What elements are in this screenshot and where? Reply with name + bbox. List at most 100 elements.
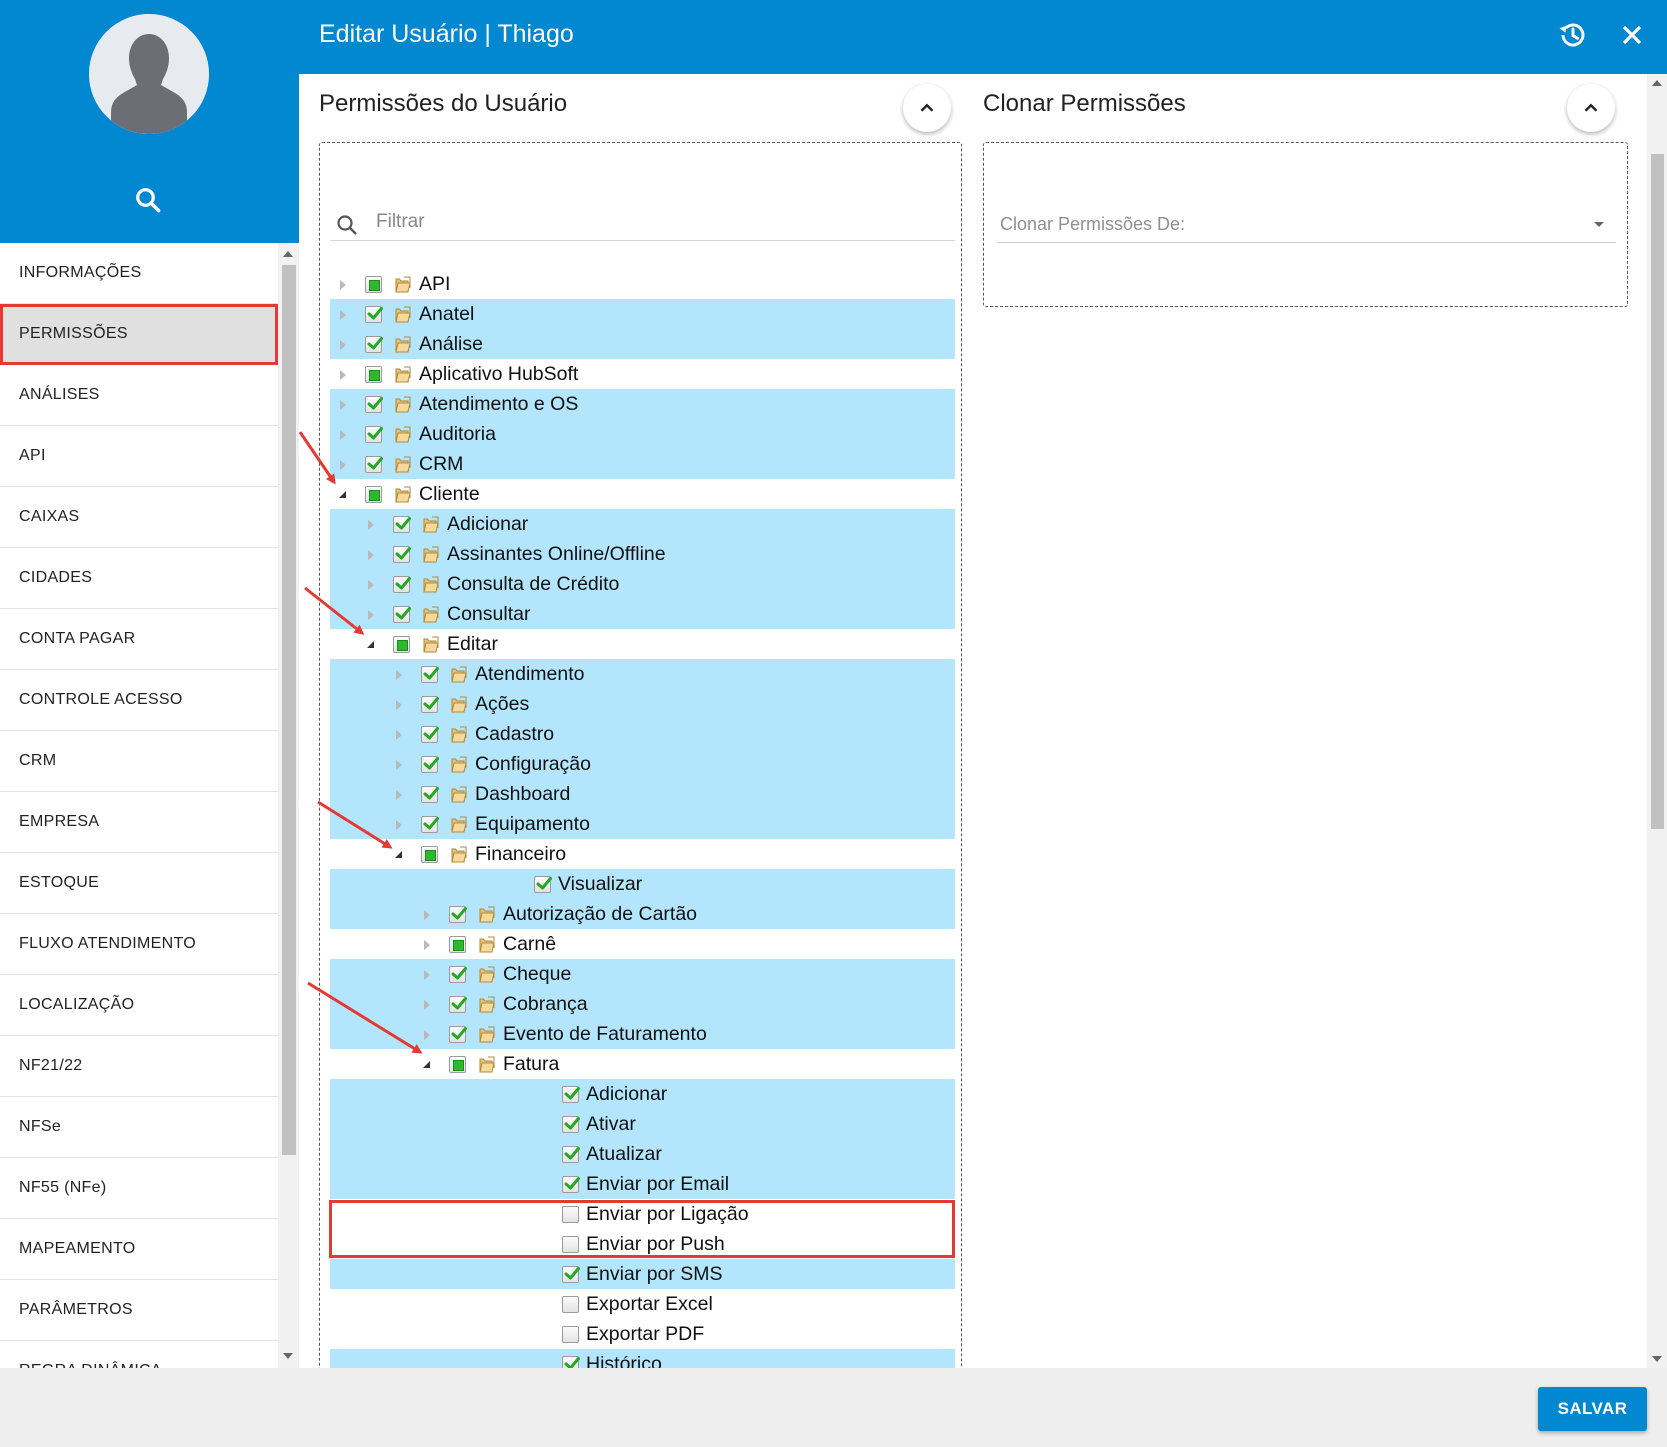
permission-checkbox[interactable]: [393, 576, 411, 593]
sidebar-item-caixas[interactable]: CAIXAS: [0, 487, 278, 548]
collapse-arrow-icon[interactable]: [339, 491, 346, 498]
collapse-arrow-icon[interactable]: [423, 1061, 430, 1068]
permission-checkbox[interactable]: [421, 786, 439, 803]
permission-checkbox[interactable]: [449, 996, 467, 1013]
permission-checkbox[interactable]: [365, 396, 383, 413]
sidebar-item-localiza-o[interactable]: LOCALIZAÇÃO: [0, 975, 278, 1036]
tree-node[interactable]: Exportar Excel: [330, 1289, 955, 1319]
tree-node[interactable]: Atendimento: [330, 659, 955, 689]
permission-checkbox[interactable]: [534, 876, 552, 893]
permission-checkbox[interactable]: [449, 906, 467, 923]
permission-checkbox[interactable]: [449, 936, 466, 953]
tree-node[interactable]: Adicionar: [330, 509, 955, 539]
main-scrollbar[interactable]: [1647, 74, 1667, 1368]
tree-node[interactable]: Autorização de Cartão: [330, 899, 955, 929]
expand-arrow-icon[interactable]: [340, 310, 346, 320]
permission-checkbox[interactable]: [449, 966, 467, 983]
tree-node[interactable]: Aplicativo HubSoft: [330, 359, 955, 389]
avatar[interactable]: [89, 14, 209, 134]
scroll-down-arrow-icon[interactable]: [1652, 1356, 1662, 1362]
tree-node[interactable]: Configuração: [330, 749, 955, 779]
permission-checkbox[interactable]: [365, 456, 383, 473]
tree-node[interactable]: Financeiro: [330, 839, 955, 869]
tree-node[interactable]: Carnê: [330, 929, 955, 959]
permission-checkbox[interactable]: [421, 666, 439, 683]
expand-arrow-icon[interactable]: [396, 730, 402, 740]
main-scroll-thumb[interactable]: [1651, 154, 1664, 829]
permission-checkbox[interactable]: [365, 306, 383, 323]
expand-arrow-icon[interactable]: [396, 670, 402, 680]
sidebar-item-mapeamento[interactable]: MAPEAMENTO: [0, 1219, 278, 1280]
close-icon[interactable]: [1616, 19, 1648, 51]
scroll-down-arrow-icon[interactable]: [283, 1353, 293, 1359]
sidebar-item-informa-es[interactable]: INFORMAÇÕES: [0, 243, 278, 304]
tree-node[interactable]: Histórico: [330, 1349, 955, 1368]
permission-checkbox[interactable]: [562, 1146, 580, 1163]
filter-input[interactable]: [376, 209, 936, 235]
tree-node[interactable]: Enviar por Email: [330, 1169, 955, 1199]
tree-node[interactable]: Ações: [330, 689, 955, 719]
tree-node[interactable]: Dashboard: [330, 779, 955, 809]
sidebar-item-regra-din-mica[interactable]: REGRA DINÂMICA: [0, 1341, 278, 1368]
tree-node[interactable]: Enviar por Push: [330, 1229, 955, 1259]
tree-node[interactable]: Exportar PDF: [330, 1319, 955, 1349]
permission-checkbox[interactable]: [562, 1266, 580, 1283]
permission-checkbox[interactable]: [393, 516, 411, 533]
search-icon[interactable]: [133, 185, 163, 215]
sidebar-item-nf55-nfe[interactable]: NF55 (NFe): [0, 1158, 278, 1219]
permission-checkbox[interactable]: [421, 846, 438, 863]
tree-node[interactable]: Atualizar: [330, 1139, 955, 1169]
permission-checkbox[interactable]: [562, 1116, 580, 1133]
tree-node[interactable]: Adicionar: [330, 1079, 955, 1109]
permission-checkbox[interactable]: [562, 1296, 579, 1313]
permissions-collapse-button[interactable]: [903, 84, 951, 132]
tree-node[interactable]: Enviar por SMS: [330, 1259, 955, 1289]
sidebar-item-par-metros[interactable]: PARÂMETROS: [0, 1280, 278, 1341]
permission-checkbox[interactable]: [365, 426, 383, 443]
tree-node[interactable]: Enviar por Ligação: [330, 1199, 955, 1229]
expand-arrow-icon[interactable]: [340, 340, 346, 350]
permission-checkbox[interactable]: [421, 696, 439, 713]
tree-node[interactable]: Cliente: [330, 479, 955, 509]
tree-node[interactable]: Cobrança: [330, 989, 955, 1019]
expand-arrow-icon[interactable]: [368, 580, 374, 590]
tree-node[interactable]: Atendimento e OS: [330, 389, 955, 419]
clone-permissions-select[interactable]: Clonar Permissões De:: [997, 205, 1616, 243]
tree-node[interactable]: CRM: [330, 449, 955, 479]
permission-checkbox[interactable]: [365, 366, 382, 383]
expand-arrow-icon[interactable]: [340, 370, 346, 380]
tree-node[interactable]: Equipamento: [330, 809, 955, 839]
expand-arrow-icon[interactable]: [368, 550, 374, 560]
expand-arrow-icon[interactable]: [424, 1000, 430, 1010]
expand-arrow-icon[interactable]: [396, 820, 402, 830]
sidebar-item-cidades[interactable]: CIDADES: [0, 548, 278, 609]
expand-arrow-icon[interactable]: [424, 910, 430, 920]
expand-arrow-icon[interactable]: [340, 460, 346, 470]
permission-checkbox[interactable]: [421, 816, 439, 833]
expand-arrow-icon[interactable]: [424, 1030, 430, 1040]
permission-checkbox[interactable]: [562, 1236, 579, 1253]
tree-node[interactable]: Editar: [330, 629, 955, 659]
permission-checkbox[interactable]: [393, 606, 411, 623]
scroll-up-arrow-icon[interactable]: [283, 251, 293, 257]
permission-checkbox[interactable]: [393, 546, 411, 563]
permission-checkbox[interactable]: [562, 1326, 579, 1343]
permission-checkbox[interactable]: [421, 756, 439, 773]
permission-checkbox[interactable]: [449, 1056, 466, 1073]
sidebar-item-an-lises[interactable]: ANÁLISES: [0, 365, 278, 426]
tree-node[interactable]: Cheque: [330, 959, 955, 989]
permission-checkbox[interactable]: [365, 276, 382, 293]
collapse-arrow-icon[interactable]: [367, 641, 374, 648]
permission-checkbox[interactable]: [449, 1026, 467, 1043]
expand-arrow-icon[interactable]: [424, 940, 430, 950]
permission-checkbox[interactable]: [393, 636, 410, 653]
save-button[interactable]: SALVAR: [1538, 1387, 1647, 1431]
tree-node[interactable]: Evento de Faturamento: [330, 1019, 955, 1049]
permission-checkbox[interactable]: [562, 1206, 579, 1223]
sidebar-scrollbar[interactable]: [278, 243, 299, 1368]
history-icon[interactable]: [1557, 19, 1589, 51]
tree-node[interactable]: Análise: [330, 329, 955, 359]
expand-arrow-icon[interactable]: [340, 280, 346, 290]
tree-node[interactable]: Assinantes Online/Offline: [330, 539, 955, 569]
sidebar-item-fluxo-atendimento[interactable]: FLUXO ATENDIMENTO: [0, 914, 278, 975]
